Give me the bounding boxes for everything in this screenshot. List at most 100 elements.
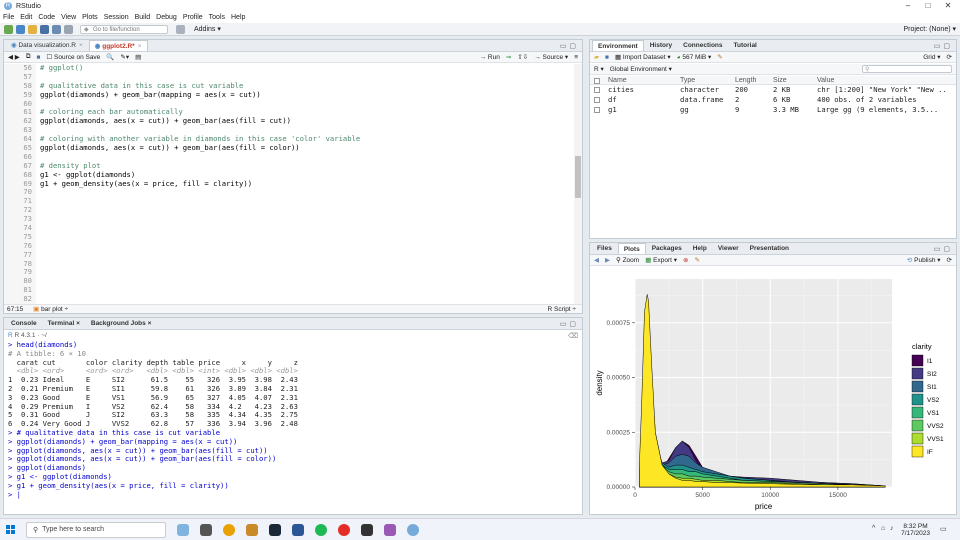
show-in-window-icon[interactable]: ⧉ xyxy=(26,53,31,61)
pane-window-controls[interactable]: ▭▢ xyxy=(934,42,953,50)
task-view-icon[interactable] xyxy=(200,523,212,536)
volume-icon[interactable]: ♪ xyxy=(890,525,894,532)
select-all-checkbox[interactable] xyxy=(594,78,600,84)
windows-start-icon[interactable] xyxy=(6,524,16,535)
scrollbar-thumb[interactable] xyxy=(575,156,581,198)
plot-canvas[interactable]: 0 5000 10000 15000 0.00000 0.00025 0.00050 0.00… xyxy=(590,267,956,514)
run-button[interactable]: → Run xyxy=(480,54,500,61)
code-line[interactable] xyxy=(40,286,572,295)
workspace-panes-icon[interactable] xyxy=(176,24,185,34)
menu-plots[interactable]: Plots xyxy=(82,14,98,21)
file-explorer-icon[interactable] xyxy=(246,523,258,536)
back-arrow-icon[interactable]: ◀ ▶ xyxy=(8,53,20,61)
code-line[interactable] xyxy=(40,233,572,242)
tab-ggplot2[interactable]: ◉ ggplot2.R* × xyxy=(88,40,148,51)
remove-plot-icon[interactable]: ⊗ xyxy=(683,256,688,264)
header-size[interactable]: Size xyxy=(773,76,787,85)
search-icon[interactable]: 🔍 xyxy=(106,53,114,61)
tab-terminal[interactable]: Terminal × xyxy=(43,318,85,329)
code-line[interactable] xyxy=(40,153,572,162)
zoom-button[interactable]: ⚲ Zoom xyxy=(616,256,639,264)
rstudio-taskbar-icon[interactable] xyxy=(407,523,419,536)
app-icon[interactable] xyxy=(384,523,396,536)
header-type[interactable]: Type xyxy=(680,76,695,85)
widgets-icon[interactable] xyxy=(177,523,189,536)
print-icon[interactable] xyxy=(64,24,73,34)
pane-window-controls[interactable]: ▭▢ xyxy=(934,245,953,253)
compile-report-icon[interactable]: ▤ xyxy=(135,53,141,61)
next-plot-icon[interactable]: ▶ xyxy=(605,256,610,264)
grid-view-dropdown[interactable]: Grid ▾ xyxy=(923,53,940,61)
code-line[interactable] xyxy=(40,215,572,224)
navigate-icon[interactable]: ⇧⇩ xyxy=(517,53,528,61)
refresh-icon[interactable]: ⟳ xyxy=(947,53,952,61)
menu-profile[interactable]: Profile xyxy=(183,14,203,21)
header-name[interactable]: Name xyxy=(608,76,627,85)
tab-data-visualization[interactable]: ◉ Data visualization.R × xyxy=(6,40,88,51)
rerun-icon[interactable]: ⇒ xyxy=(506,53,511,61)
previous-plot-icon[interactable]: ◀ xyxy=(594,256,599,264)
goto-file-input[interactable]: Go to file/function xyxy=(80,24,168,34)
code-line[interactable] xyxy=(40,268,572,277)
language-dropdown[interactable]: R ▾ xyxy=(594,65,604,73)
code-line[interactable]: # ggplot() xyxy=(40,63,572,73)
code-line[interactable] xyxy=(40,251,572,260)
clock[interactable]: 8:32 PM 7/17/2023 xyxy=(901,523,930,537)
save-workspace-icon[interactable]: ■ xyxy=(605,54,609,61)
tray-chevron-icon[interactable]: ^ xyxy=(872,525,875,532)
menu-help[interactable]: Help xyxy=(231,14,245,21)
chrome-icon[interactable] xyxy=(223,523,235,536)
section-dropdown[interactable]: bar plot ÷ xyxy=(41,306,68,313)
code-line[interactable] xyxy=(40,224,572,233)
media-player-icon[interactable] xyxy=(338,523,350,536)
close-tab-icon[interactable]: × xyxy=(79,42,83,49)
code-line[interactable] xyxy=(40,295,572,304)
table-row[interactable]: df data.frame 2 6 KB 400 obs. of 2 variables xyxy=(590,95,956,105)
file-type-dropdown[interactable]: R Script ÷ xyxy=(548,305,577,314)
code-line[interactable] xyxy=(40,277,572,286)
console-output[interactable]: > head(diamonds) # A tibble: 6 × 10 carat… xyxy=(8,340,578,499)
tab-files[interactable]: Files xyxy=(592,243,617,254)
memory-usage[interactable]: ◕ 567 MiB ▾ xyxy=(677,53,712,61)
tab-presentation[interactable]: Presentation xyxy=(745,243,794,254)
menu-view[interactable]: View xyxy=(61,14,76,21)
new-file-icon[interactable] xyxy=(4,24,13,34)
menu-tools[interactable]: Tools xyxy=(209,14,225,21)
maximize-icon[interactable]: □ xyxy=(918,0,938,12)
menu-file[interactable]: File xyxy=(3,14,14,21)
source-on-save-checkbox[interactable]: ☐ Source on Save xyxy=(46,53,100,61)
save-icon[interactable] xyxy=(40,24,49,34)
open-file-icon[interactable] xyxy=(28,24,37,34)
tab-console[interactable]: Console xyxy=(6,318,42,329)
code-line[interactable] xyxy=(40,260,572,269)
tab-viewer[interactable]: Viewer xyxy=(713,243,744,254)
code-line[interactable] xyxy=(40,188,572,197)
close-icon[interactable]: ✕ xyxy=(938,0,958,12)
code-line[interactable]: ggplot(diamonds, aes(x = cut)) + geom_ba… xyxy=(40,143,572,153)
tab-connections[interactable]: Connections xyxy=(678,40,727,51)
broom-icon[interactable]: ✎ xyxy=(717,53,722,61)
export-button[interactable]: ▦ Export ▾ xyxy=(645,256,677,264)
environment-search-input[interactable]: ⚲ xyxy=(862,65,952,73)
network-icon[interactable]: ⌂ xyxy=(881,525,885,532)
app-icon[interactable] xyxy=(292,523,304,536)
tab-background-jobs[interactable]: Background Jobs × xyxy=(86,318,157,329)
header-value[interactable]: Value xyxy=(817,76,834,85)
code-line[interactable] xyxy=(40,242,572,251)
save-all-icon[interactable] xyxy=(52,24,61,34)
broom-icon[interactable]: ✎ xyxy=(694,256,699,264)
magic-wand-icon[interactable]: ✎▾ xyxy=(120,53,129,61)
header-length[interactable]: Length xyxy=(735,76,756,85)
menu-debug[interactable]: Debug xyxy=(156,14,177,21)
tab-tutorial[interactable]: Tutorial xyxy=(729,40,762,51)
taskbar-search-input[interactable]: ⚲ Type here to search xyxy=(26,521,166,538)
menu-edit[interactable]: Edit xyxy=(20,14,32,21)
clear-console-icon[interactable]: ⌫ xyxy=(568,332,578,340)
row-checkbox[interactable] xyxy=(594,97,600,103)
table-row[interactable]: g1 gg 9 3.3 MB Large gg (9 elements, 3.5... xyxy=(590,105,956,115)
spotify-icon[interactable] xyxy=(315,523,327,536)
minimize-icon[interactable]: – xyxy=(898,0,918,12)
addins-menu[interactable]: Addins ▾ xyxy=(194,25,221,33)
outline-icon[interactable]: ≡ xyxy=(574,54,578,61)
row-checkbox[interactable] xyxy=(594,87,600,93)
